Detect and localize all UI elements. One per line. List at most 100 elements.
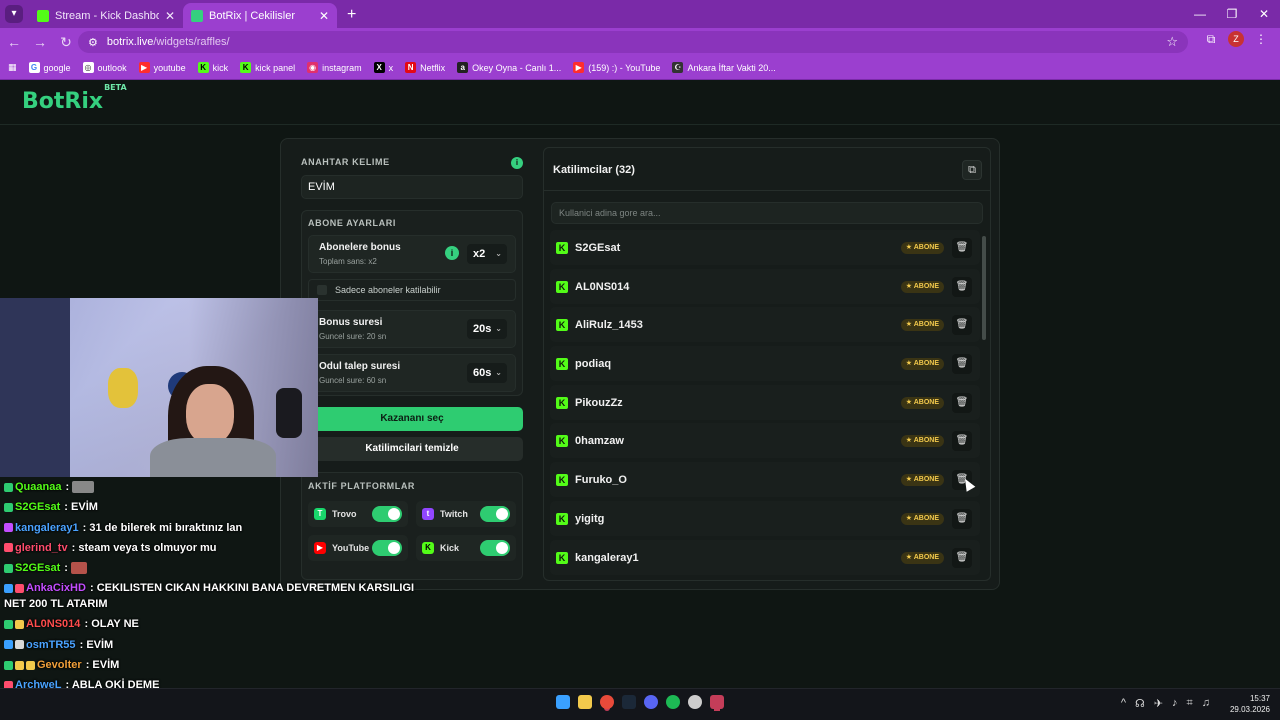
chat-username[interactable]: ArchweL (15, 679, 61, 688)
info-icon[interactable]: i (511, 157, 523, 169)
chat-separator: : (68, 541, 79, 554)
bookmark-google[interactable]: Ggoogle (28, 62, 71, 73)
bookmark-kick-panel[interactable]: Kkick panel (240, 62, 295, 73)
clear-participants-button[interactable]: Katilimcilari temizle (301, 437, 523, 461)
minimize-icon[interactable]: — (1184, 0, 1216, 28)
clock[interactable]: 15:37 29.03.2026 (1230, 693, 1270, 715)
trash-icon[interactable]: 🗑 (952, 276, 972, 297)
keyword-input[interactable]: EVİM (301, 175, 523, 199)
chat-text: steam veya ts olmuyor mu (78, 541, 217, 554)
close-icon[interactable]: ✕ (165, 9, 175, 23)
chat-badge-icon (4, 620, 13, 630)
pick-winner-button[interactable]: Kazananı seç (301, 407, 523, 431)
participant-name: kangaleray1 (575, 551, 639, 564)
chat-username[interactable]: Quaanaa (15, 481, 61, 493)
kick-toggle[interactable] (480, 540, 510, 556)
sub-bonus-sub: Toplam sans: x2 (319, 257, 377, 266)
spotify-icon[interactable] (666, 695, 680, 709)
close-icon[interactable]: ✕ (319, 9, 329, 23)
extensions-icon[interactable]: ⧉ (1200, 32, 1222, 47)
list-scrollbar[interactable] (982, 236, 986, 340)
close-window-icon[interactable]: ✕ (1248, 0, 1280, 28)
steam-tray-icon[interactable]: ✈ (1154, 697, 1163, 710)
new-tab-button[interactable]: + (347, 6, 356, 24)
bookmark-youtube[interactable]: ▶ youtube (138, 62, 186, 73)
discord-icon[interactable] (644, 695, 658, 709)
trash-icon[interactable]: 🗑 (952, 392, 972, 413)
chat-separator: : (62, 481, 73, 493)
subs-only-checkbox[interactable] (317, 285, 327, 295)
participant-name: S2GEsat (575, 242, 621, 254)
trash-icon[interactable]: 🗑 (952, 354, 972, 375)
participant-name: Furuko_O (575, 474, 627, 487)
chat-username[interactable]: glerind_tv (15, 542, 68, 554)
site-info-icon[interactable]: ⚙ (88, 36, 98, 49)
info-icon[interactable]: i (445, 246, 459, 260)
menu-kebab-icon[interactable]: ⋮ (1250, 32, 1272, 46)
copy-icon[interactable]: ⧉ (962, 160, 982, 180)
address-bar[interactable]: ⚙ botrix.live/widgets/raffles/ ☆ (78, 31, 1188, 53)
bookmark-x[interactable]: Xx (373, 62, 393, 73)
kick-icon: K (556, 512, 568, 525)
trash-icon[interactable]: 🗑 (952, 238, 972, 258)
windows-start-icon[interactable] (556, 695, 570, 709)
chat-message: glerind_tv : steam veya ts olmuyor mu (0, 538, 430, 558)
profile-avatar[interactable]: Z (1228, 31, 1244, 47)
chat-username[interactable]: S2GEsat (15, 562, 60, 574)
chat-badge-icon (4, 660, 13, 670)
file-explorer-icon[interactable] (578, 695, 592, 709)
back-icon[interactable]: ← (2, 34, 26, 50)
trash-icon[interactable]: 🗑 (952, 547, 972, 568)
tab-botrix-raffles[interactable]: BotRix | Cekilisler ✕ (183, 3, 337, 28)
microphone (276, 388, 302, 438)
subs-only-checkbox-row[interactable]: Sadece aboneler katilabilir (308, 279, 516, 301)
volume-icon[interactable]: ♫ (1202, 697, 1210, 710)
kick-icon: K (556, 474, 568, 487)
obs-icon[interactable] (688, 695, 702, 709)
chat-separator: : (76, 638, 87, 651)
chevron-down-icon: ⌄ (495, 368, 502, 377)
mic-icon[interactable]: ♪ (1172, 697, 1178, 710)
chat-username[interactable]: kangaleray1 (15, 522, 79, 534)
bonus-time-select[interactable]: 20s ⌄ (467, 319, 507, 339)
botrix-logo[interactable]: BotRixBETA (22, 83, 127, 114)
bookmark-iftar[interactable]: ☪ Ankara İftar Vakti 20... (672, 62, 776, 73)
restore-icon[interactable]: ❐ (1216, 0, 1248, 28)
trash-icon[interactable]: 🗑 (952, 508, 972, 529)
chat-username[interactable]: AL0NS014 (26, 618, 80, 630)
twitch-toggle[interactable] (480, 506, 510, 522)
bookmark-outlook[interactable]: ◎ outlook (82, 62, 127, 73)
apps-grid-icon[interactable]: ▦ (8, 62, 17, 73)
sub-bonus-select[interactable]: x2 ⌄ (467, 244, 507, 264)
tray-chevron-icon[interactable]: ^ (1121, 697, 1126, 710)
bookmark-netflix[interactable]: N Netflix (405, 62, 445, 73)
bookmark-star-icon[interactable]: ☆ (1166, 34, 1178, 50)
chat-username[interactable]: osmTR55 (26, 639, 76, 651)
trash-icon[interactable]: 🗑 (952, 431, 972, 452)
clock-date: 29.03.2026 (1229, 705, 1270, 714)
tab-kick-dashboard[interactable]: Stream - Kick Dashboard ✕ (29, 3, 183, 28)
bookmark-kick[interactable]: Kkick (197, 62, 228, 73)
participant-search-input[interactable]: Kullanici adina gore ara... (551, 202, 983, 224)
claim-time-select[interactable]: 60s ⌄ (467, 363, 507, 383)
steam-icon[interactable] (622, 695, 636, 709)
chat-separator: : (61, 501, 72, 514)
bookmark-instagram[interactable]: ◉ instagram (307, 62, 362, 73)
chrome-icon[interactable] (600, 695, 614, 709)
network-icon[interactable]: ⌗ (1187, 697, 1193, 710)
forward-icon[interactable]: → (28, 34, 52, 50)
chat-username[interactable]: AnkaCixHD (26, 582, 86, 594)
webcam-overlay (0, 298, 318, 477)
app-icon[interactable] (710, 695, 724, 709)
trash-icon[interactable]: 🗑 (952, 315, 972, 336)
bookmark-okey[interactable]: a Okey Oyna - Canlı 1... (457, 62, 561, 73)
headset-icon[interactable]: ☊ (1135, 697, 1145, 710)
claim-time-sub: Guncel sure: 60 sn (319, 376, 387, 385)
participant-row: K 0hamzaw ★ ABONE 🗑 (550, 423, 980, 459)
reload-icon[interactable]: ↻ (54, 34, 78, 51)
chat-message: Gevolter : EVİM (0, 655, 430, 675)
chat-username[interactable]: Gevolter (37, 659, 82, 671)
chat-username[interactable]: S2GEsat (15, 501, 60, 513)
tab-search-button[interactable]: ▾ (5, 5, 23, 23)
bookmark-youtube-2[interactable]: ▶ (159) :) - YouTube (573, 62, 660, 73)
